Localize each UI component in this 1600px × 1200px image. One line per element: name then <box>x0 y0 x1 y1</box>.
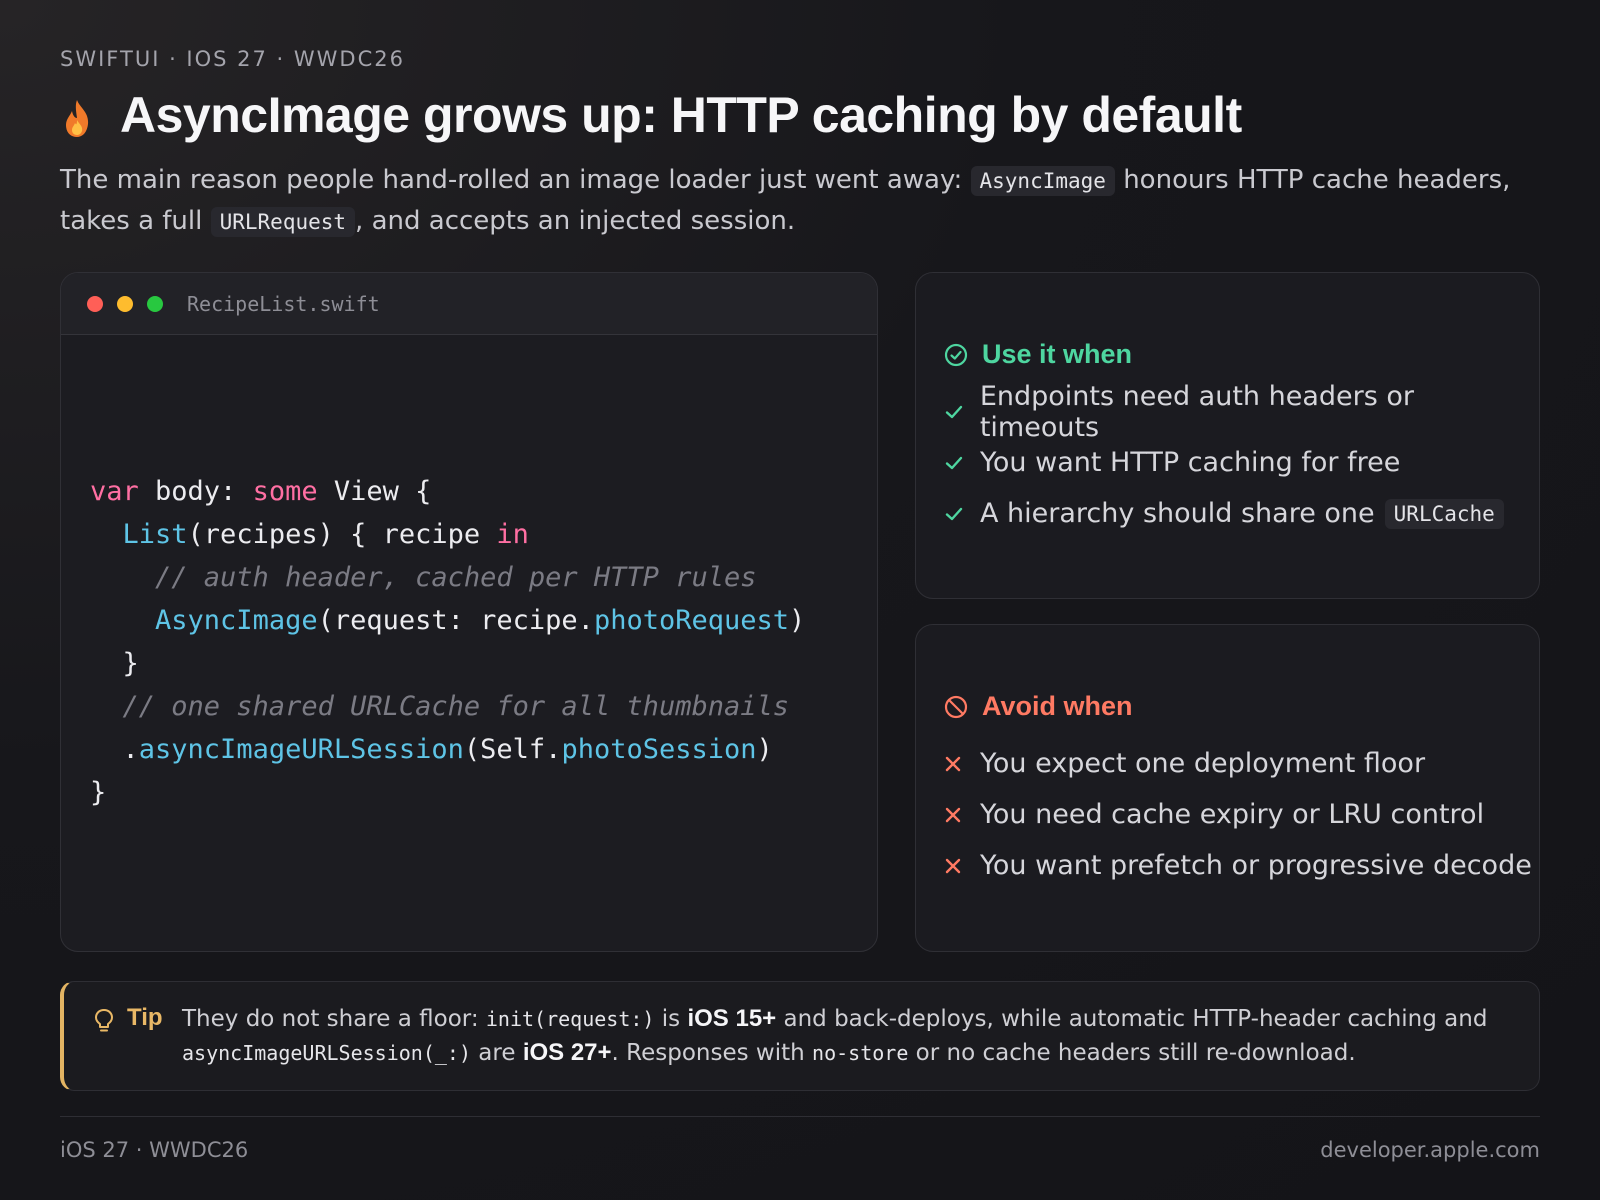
tip-text: They do not share a floor: init(request:… <box>182 1002 1522 1070</box>
code-property: photoRequest <box>593 605 790 636</box>
list-item-text: Endpoints need auth headers or timeouts <box>979 380 1415 443</box>
list-item-text: You want HTTP caching for free <box>980 447 1401 478</box>
inline-code: AsyncImage <box>970 166 1115 196</box>
avoid-card-title: Avoid when <box>982 691 1133 721</box>
tip-callout: Tip They do not share a floor: init(requ… <box>60 981 1540 1091</box>
avoid-card-heading: Avoid when <box>944 691 1133 722</box>
code-text: ) <box>756 734 773 765</box>
code-text: ) <box>789 605 806 636</box>
lightbulb-icon <box>95 1009 113 1032</box>
check-circle-icon <box>944 343 968 366</box>
list-item-text: You need cache expiry or LRU control <box>980 799 1485 830</box>
inline-code: URLCache <box>1384 498 1504 529</box>
list-item-text: A hierarchy should share one <box>980 498 1375 529</box>
list-item: You want prefetch or progressive decode <box>944 840 1532 891</box>
cross-icon <box>944 857 980 875</box>
subtitle: The main reason people hand-rolled an im… <box>60 160 1550 242</box>
list-item: You want HTTP caching for free <box>944 437 1539 488</box>
code-text: (Self. <box>463 734 562 765</box>
list-item: You expect one deployment floor <box>944 738 1532 789</box>
code-text: } <box>90 648 139 679</box>
footer-label: iOS 27 · WWDC26 <box>60 1138 249 1162</box>
code-text: (request: recipe. <box>317 605 594 636</box>
prohibited-icon <box>944 695 968 718</box>
flame-icon <box>66 100 89 137</box>
zoom-window-button[interactable] <box>147 295 163 312</box>
code-block: var body: some View { List(recipes) { re… <box>90 470 805 814</box>
code-property: photoSession <box>561 734 757 765</box>
code-text: (recipes) { recipe <box>187 519 497 550</box>
list-item: A hierarchy should share one URLCache <box>944 488 1539 539</box>
code-panel: RecipeList.swift var body: some View { L… <box>60 272 878 952</box>
code-text: } <box>90 777 107 808</box>
tip-bold: iOS 27+ <box>522 1039 612 1066</box>
list-item: You need cache expiry or LRU control <box>944 789 1532 840</box>
page-title: AsyncImage grows up: HTTP caching by def… <box>120 87 1242 143</box>
code-comment: // auth header, cached per HTTP rules <box>90 562 757 593</box>
subtitle-text: The main reason people hand-rolled an im… <box>60 165 971 195</box>
cross-icon <box>944 806 980 824</box>
tip-bold: iOS 15+ <box>687 1005 777 1032</box>
list-item: Endpoints need auth headers or timeouts <box>944 381 1539 443</box>
subtitle-text: , and accepts an injected session. <box>355 206 796 236</box>
tip-segment: or no cache headers still re-download. <box>908 1040 1356 1066</box>
use-card-title: Use it when <box>982 339 1133 369</box>
code-filename: RecipeList.swift <box>187 291 380 316</box>
use-list: Endpoints need auth headers or timeouts … <box>944 381 1539 539</box>
cross-icon <box>944 755 980 773</box>
close-window-button[interactable] <box>87 295 103 312</box>
footer-source-link[interactable]: developer.apple.com <box>1320 1138 1540 1162</box>
code-function: asyncImageURLSession <box>138 734 464 765</box>
eyebrow: SWIFTUI · IOS 27 · WWDC26 <box>60 47 405 71</box>
tip-segment: and back-deploys, while automatic HTTP-h… <box>776 1006 1488 1032</box>
use-card-heading: Use it when <box>944 339 1132 370</box>
tip-segment: is <box>654 1006 688 1032</box>
tip-code: asyncImageURLSession(_:) <box>182 1041 471 1065</box>
footer-divider <box>60 1116 1540 1117</box>
avoid-list: You expect one deployment floor You need… <box>944 738 1532 891</box>
code-keyword: var <box>90 476 139 507</box>
code-text: . <box>90 734 139 765</box>
code-comment: // one shared URLCache for all thumbnail… <box>90 691 789 722</box>
tip-segment: are <box>470 1040 523 1066</box>
code-text: View { <box>317 476 432 507</box>
tip-segment: . Responses with <box>611 1040 813 1066</box>
inline-code: URLRequest <box>210 207 356 237</box>
title-row: AsyncImage grows up: HTTP caching by def… <box>60 86 1242 144</box>
code-type: List <box>122 519 188 550</box>
tip-code: init(request:) <box>485 1007 655 1031</box>
check-icon <box>944 402 980 422</box>
code-keyword: in <box>496 519 529 550</box>
use-it-when-card: Use it when Endpoints need auth headers … <box>915 272 1540 599</box>
avoid-when-card: Avoid when You expect one deployment flo… <box>915 624 1540 952</box>
code-window-header: RecipeList.swift <box>61 273 877 335</box>
code-text: body: <box>138 476 253 507</box>
check-icon <box>944 453 980 473</box>
minimize-window-button[interactable] <box>117 295 133 312</box>
tip-segment: They do not share a floor: <box>182 1006 486 1032</box>
list-item-text: You want prefetch or progressive decode <box>980 850 1532 881</box>
list-item-text: You expect one deployment floor <box>980 748 1426 779</box>
check-icon <box>944 504 980 524</box>
code-keyword: some <box>252 476 318 507</box>
tip-code: no-store <box>812 1041 909 1065</box>
code-type: AsyncImage <box>155 605 318 636</box>
tip-label: Tip <box>127 1004 163 1031</box>
